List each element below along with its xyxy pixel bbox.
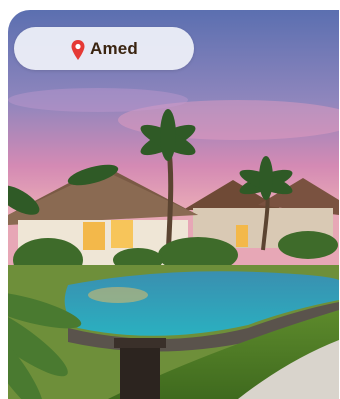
map-pin-icon — [70, 39, 86, 61]
location-name: Amed — [89, 38, 139, 58]
location-badge[interactable]: Amed — [14, 27, 194, 70]
destination-card[interactable]: Amed — [8, 10, 339, 399]
